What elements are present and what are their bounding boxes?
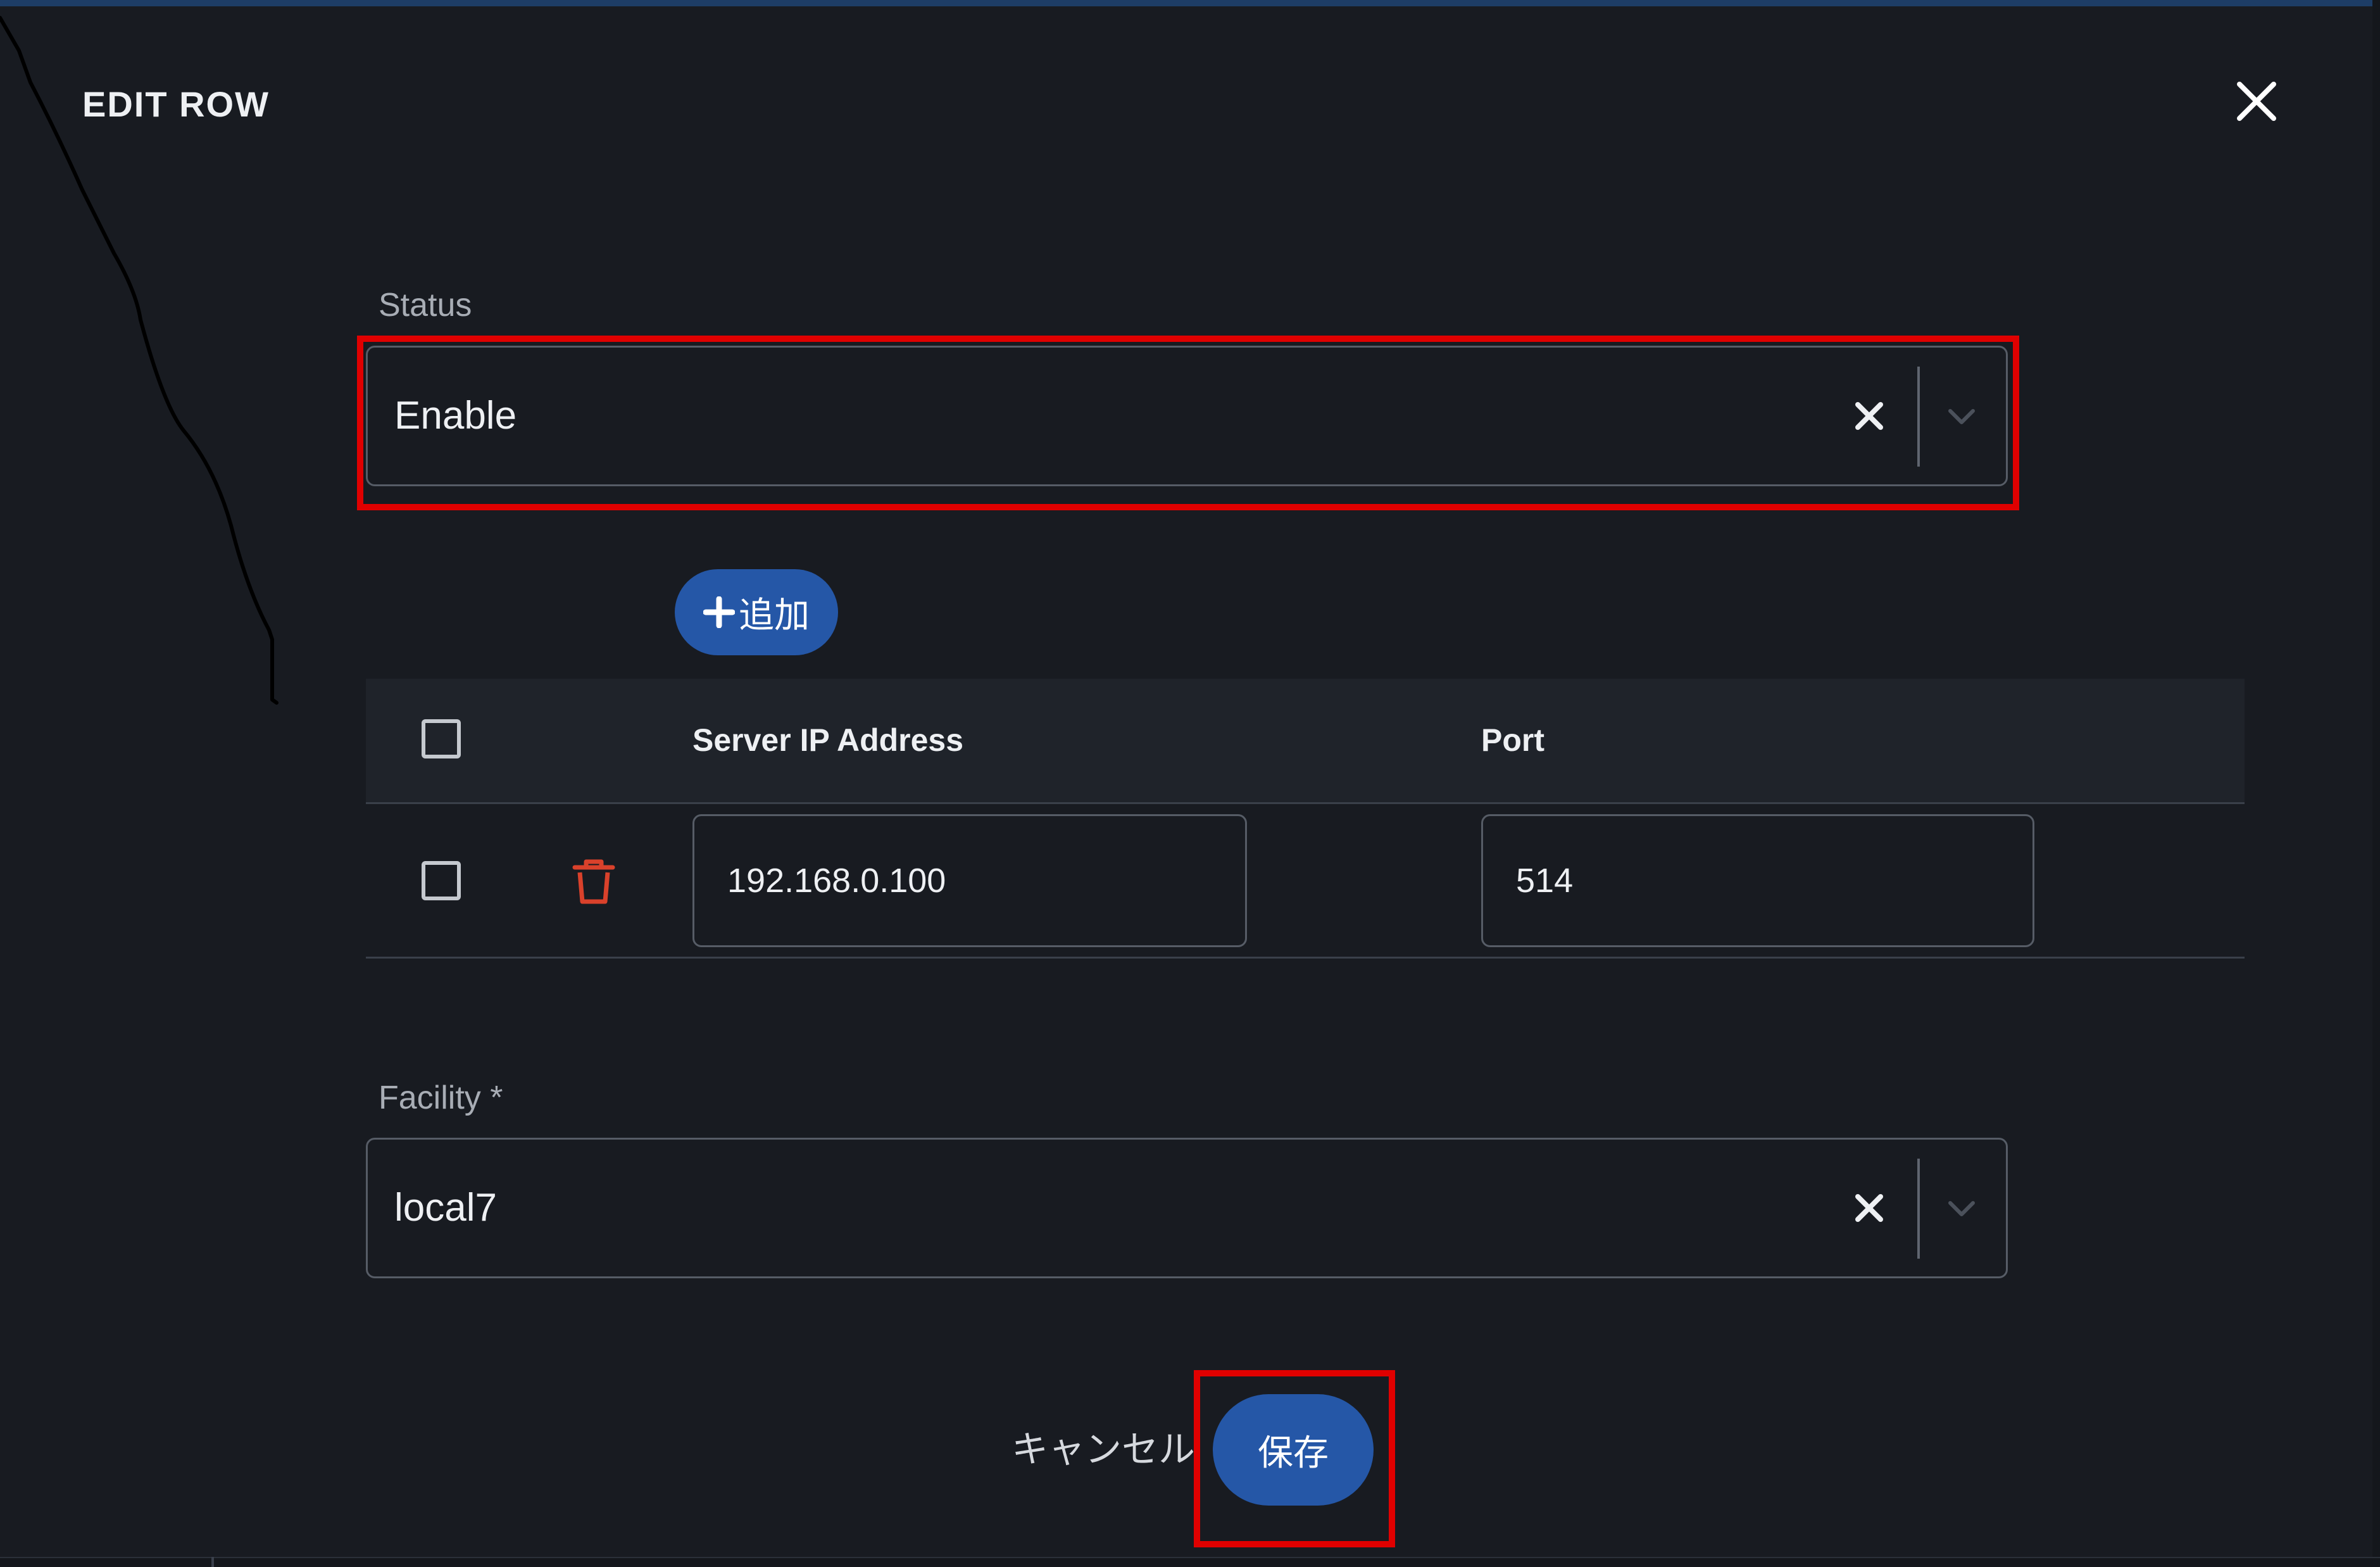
facility-select-value: local7 [394,1186,497,1230]
cancel-button[interactable]: キャンセル [1012,1425,1195,1475]
plus-icon [703,596,735,628]
clear-icon[interactable] [1845,1184,1893,1232]
select-all-checkbox[interactable] [422,719,461,758]
status-highlight-box [357,336,2019,510]
add-button-label: 追加 [739,595,810,635]
right-edge [2372,0,2380,1567]
add-button[interactable]: 追加 [675,569,838,655]
dialog-title: EDIT ROW [82,84,270,124]
column-header-port: Port [1481,722,1544,758]
facility-label: Facility * [379,1079,503,1116]
table-header [366,679,2245,803]
table-row-divider [366,957,2245,959]
close-icon[interactable] [2234,79,2279,123]
select-divider [1917,1159,1920,1259]
bottom-divider-tick [211,1557,214,1567]
row-checkbox[interactable] [422,861,461,900]
save-highlight-box [1194,1370,1395,1547]
facility-select[interactable]: local7 [366,1138,2008,1278]
bottom-border [0,1557,2380,1567]
server-ip-input[interactable]: 192.168.0.100 [692,814,1247,947]
column-header-server-ip: Server IP Address [692,722,964,758]
status-label: Status [379,287,472,324]
trash-icon[interactable] [572,859,615,905]
top-border [0,0,2380,6]
edit-row-dialog: EDIT ROW Status Enable 追加 Server IP Addr… [0,0,2380,1567]
port-input[interactable]: 514 [1481,814,2034,947]
chevron-down-icon[interactable] [1943,1189,1981,1227]
table-header-divider [366,802,2245,804]
